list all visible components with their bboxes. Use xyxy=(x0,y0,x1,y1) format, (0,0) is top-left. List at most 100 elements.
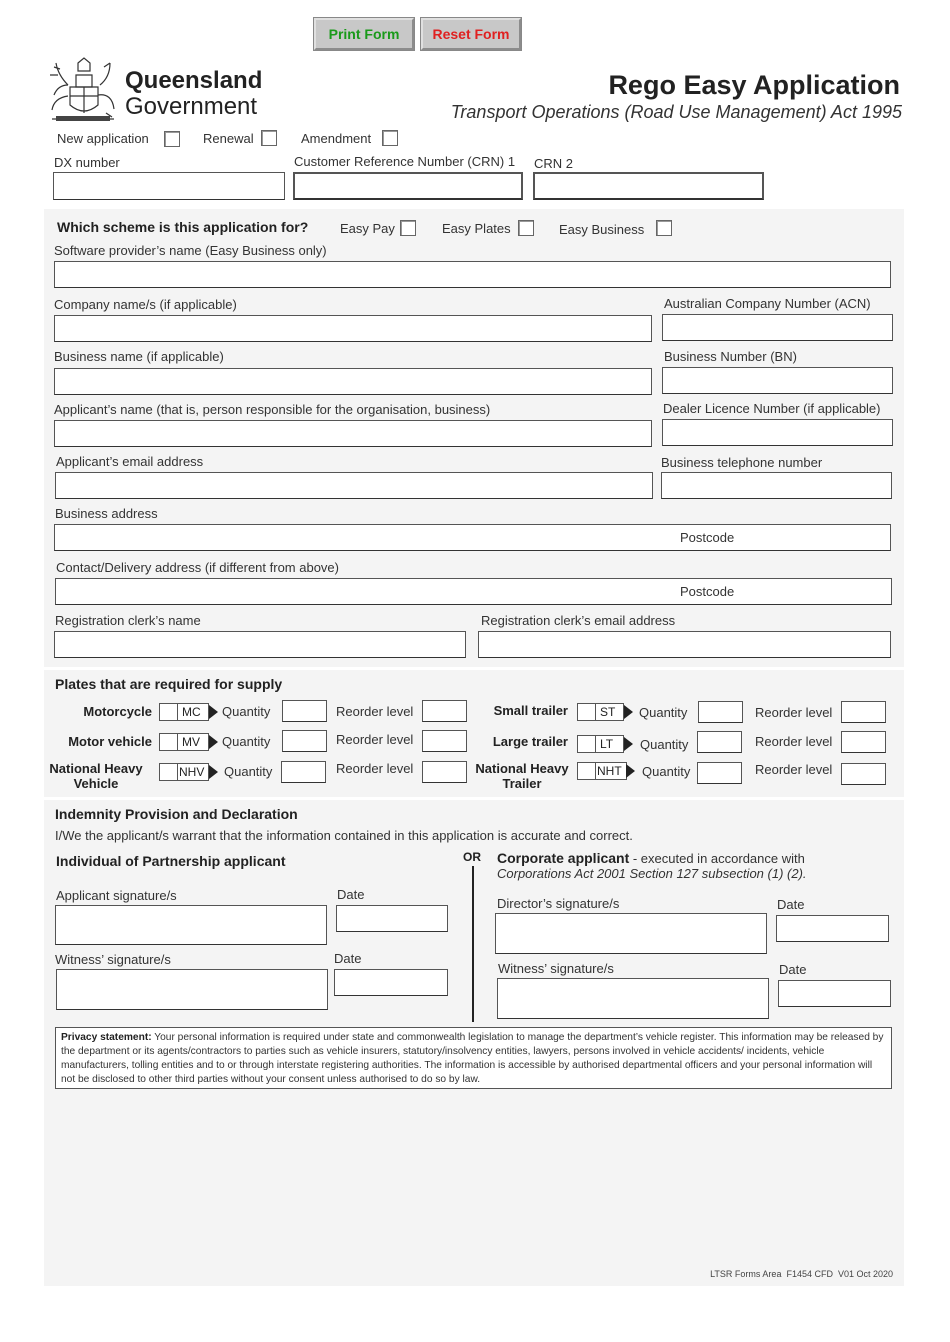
business-name-label: Business name (if applicable) xyxy=(54,349,224,364)
contact-address-input[interactable] xyxy=(55,578,892,605)
small-trailer-quantity-input[interactable] xyxy=(698,701,743,723)
business-phone-input[interactable] xyxy=(661,472,892,499)
declaration-statement: I/We the applicant/s warrant that the in… xyxy=(55,828,633,843)
easy-plates-checkbox[interactable] xyxy=(518,220,534,236)
crn1-input[interactable] xyxy=(293,172,523,200)
or-divider-label: OR xyxy=(463,850,481,864)
motor-vehicle-reorder-input[interactable] xyxy=(422,730,467,752)
corporate-witness-signature-input[interactable] xyxy=(497,978,769,1019)
clerk-name-label: Registration clerk’s name xyxy=(55,613,201,628)
scheme-question: Which scheme is this application for? xyxy=(57,219,309,235)
applicant-date-label: Date xyxy=(337,887,365,902)
plate-nhv-label: National Heavy Vehicle xyxy=(49,761,143,791)
motor-vehicle-quantity-label: Quantity xyxy=(222,734,271,749)
queensland-coat-of-arms-logo xyxy=(46,55,120,123)
easy-pay-label: Easy Pay xyxy=(340,221,395,236)
business-postcode-label: Postcode xyxy=(680,530,735,545)
or-divider-line xyxy=(472,866,474,1022)
large-trailer-quantity-label: Quantity xyxy=(640,737,689,752)
easy-business-checkbox[interactable] xyxy=(656,220,672,236)
corporations-act-reference: Corporations Act 2001 Section 127 subsec… xyxy=(497,866,807,881)
dealer-licence-input[interactable] xyxy=(662,419,893,446)
plate-small-trailer-checkbox[interactable] xyxy=(578,704,596,720)
plate-large-trailer-code-text: LT xyxy=(600,737,614,751)
plate-motorcycle-label: Motorcycle xyxy=(83,704,152,719)
contact-postcode-label: Postcode xyxy=(680,584,735,599)
motorcycle-quantity-input[interactable] xyxy=(282,700,327,722)
new-application-checkbox[interactable] xyxy=(164,131,180,147)
applicant-email-input[interactable] xyxy=(55,472,653,499)
arrow-right-icon xyxy=(209,735,218,749)
clerk-email-input[interactable] xyxy=(478,631,891,658)
dx-number-input[interactable] xyxy=(53,172,285,200)
nht-reorder-input[interactable] xyxy=(841,763,886,785)
easy-pay-checkbox[interactable] xyxy=(400,220,416,236)
arrow-right-icon xyxy=(624,705,633,719)
plate-nht-code-text: NHT xyxy=(597,764,622,778)
nhv-reorder-input[interactable] xyxy=(422,761,467,783)
plate-motorcycle-code-text: MC xyxy=(182,705,201,719)
nhv-quantity-input[interactable] xyxy=(281,761,326,783)
motor-vehicle-quantity-input[interactable] xyxy=(282,730,327,752)
plate-motorcycle-checkbox[interactable] xyxy=(160,704,178,720)
plate-large-trailer-code: LT xyxy=(577,735,624,753)
bn-input[interactable] xyxy=(662,367,893,394)
motorcycle-reorder-input[interactable] xyxy=(422,700,467,722)
plate-nhv-code: NHV xyxy=(159,763,209,781)
amendment-checkbox[interactable] xyxy=(382,130,398,146)
witness-date-label: Date xyxy=(334,951,362,966)
arrow-right-icon xyxy=(209,765,218,779)
corporate-witness-date-input[interactable] xyxy=(778,980,891,1007)
acn-input[interactable] xyxy=(662,314,893,341)
small-trailer-reorder-label: Reorder level xyxy=(755,705,833,720)
director-date-input[interactable] xyxy=(776,915,889,942)
dealer-licence-label: Dealer Licence Number (if applicable) xyxy=(663,401,881,416)
business-address-input[interactable] xyxy=(54,524,891,551)
amendment-label: Amendment xyxy=(301,131,372,146)
contact-address-label: Contact/Delivery address (if different f… xyxy=(56,560,339,575)
software-provider-input[interactable] xyxy=(54,261,891,288)
applicant-signature-label: Applicant signature/s xyxy=(56,888,177,903)
applicant-name-input[interactable] xyxy=(54,420,652,447)
plate-motor-vehicle-checkbox[interactable] xyxy=(160,734,178,750)
reset-form-button[interactable]: Reset Form xyxy=(420,17,522,51)
plate-nhv-checkbox[interactable] xyxy=(160,764,178,780)
privacy-statement-label: Privacy statement: xyxy=(61,1032,152,1043)
witness-signature-label: Witness’ signature/s xyxy=(55,952,171,967)
company-name-label: Company name/s (if applicable) xyxy=(54,297,237,312)
plate-large-trailer-checkbox[interactable] xyxy=(578,736,596,752)
page-title: Rego Easy Application xyxy=(608,70,900,100)
witness-signature-input[interactable] xyxy=(56,969,328,1010)
plate-large-trailer-label: Large trailer xyxy=(492,734,568,749)
renewal-label: Renewal xyxy=(203,131,254,146)
crn2-input[interactable] xyxy=(533,172,764,200)
motorcycle-quantity-label: Quantity xyxy=(222,704,271,719)
individual-applicant-title: Individual of Partnership applicant xyxy=(56,853,286,869)
print-form-button[interactable]: Print Form xyxy=(313,17,415,51)
large-trailer-reorder-input[interactable] xyxy=(841,731,886,753)
privacy-statement-text: Your personal information is required un… xyxy=(61,1032,884,1085)
corporate-applicant-heading: Corporate applicant - executed in accord… xyxy=(497,850,805,866)
arrow-right-icon xyxy=(626,764,635,778)
easy-business-label: Easy Business xyxy=(559,222,645,237)
large-trailer-quantity-input[interactable] xyxy=(697,731,742,753)
crn2-label: CRN 2 xyxy=(534,156,574,171)
company-name-input[interactable] xyxy=(54,315,652,342)
applicant-signature-input[interactable] xyxy=(55,905,327,945)
small-trailer-reorder-input[interactable] xyxy=(841,701,886,723)
nht-reorder-label: Reorder level xyxy=(755,762,833,777)
clerk-name-input[interactable] xyxy=(54,631,466,658)
director-signature-input[interactable] xyxy=(495,913,767,954)
renewal-checkbox[interactable] xyxy=(261,130,277,146)
motorcycle-reorder-label: Reorder level xyxy=(336,704,414,719)
applicant-name-label: Applicant’s name (that is, person respon… xyxy=(54,402,491,417)
plate-nhv-code-text: NHV xyxy=(179,765,205,779)
coat-of-arms-icon xyxy=(50,57,115,121)
applicant-date-input[interactable] xyxy=(336,905,448,932)
plate-nht-checkbox[interactable] xyxy=(578,763,596,779)
corporate-applicant-title: Corporate applicant xyxy=(497,850,630,866)
business-name-input[interactable] xyxy=(54,368,652,395)
declaration-title: Indemnity Provision and Declaration xyxy=(55,806,298,822)
witness-date-input[interactable] xyxy=(334,969,448,996)
nht-quantity-input[interactable] xyxy=(697,762,742,784)
